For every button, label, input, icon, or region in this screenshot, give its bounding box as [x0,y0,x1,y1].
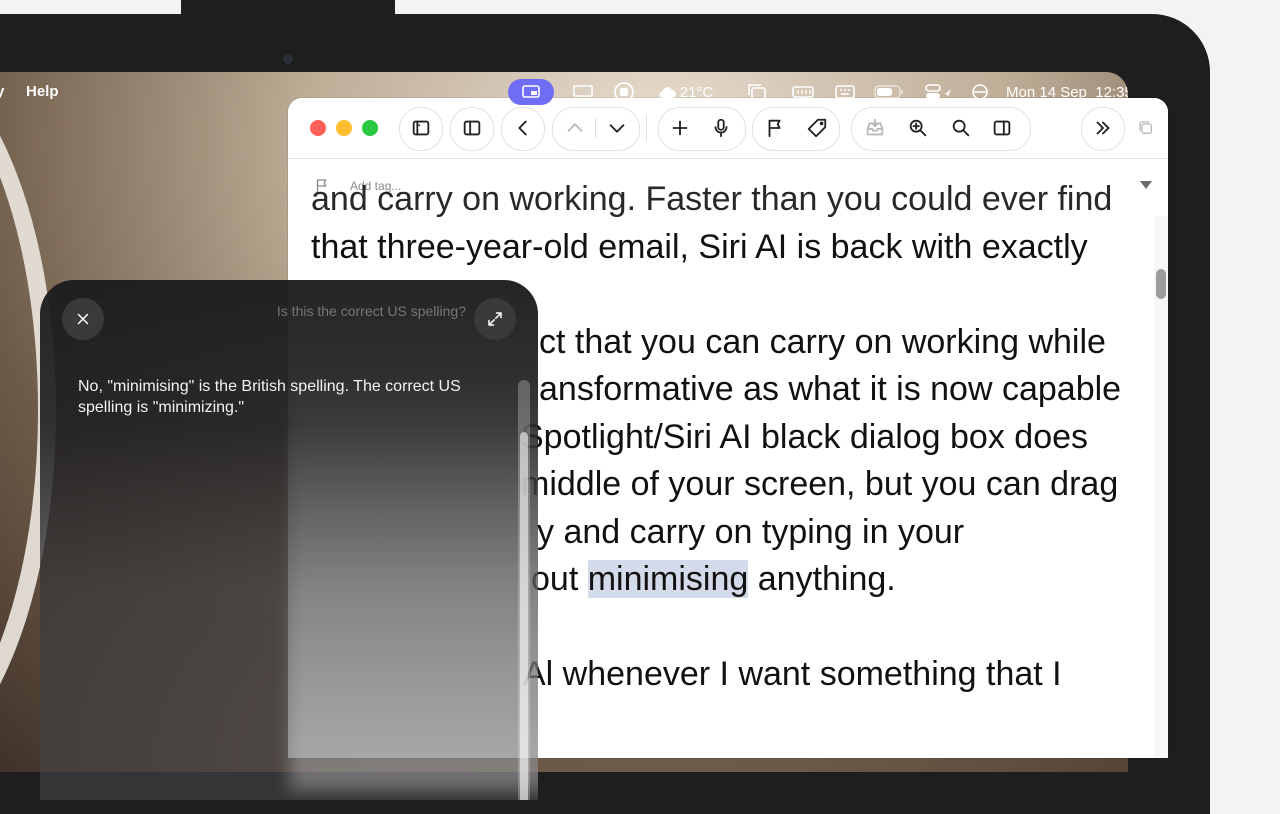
keyboard-icon[interactable] [832,78,858,106]
weather-temperature: 21°C [679,83,714,101]
toolbar-separator [646,114,647,142]
close-window-button[interactable] [310,120,326,136]
down-icon[interactable] [596,107,638,149]
doc-text-fragment: out [531,560,588,598]
doc-line: that three-year-old email, Siri AI is ba… [311,227,1088,266]
menu-item-partial[interactable]: y [0,83,4,100]
camera-notch [181,0,395,40]
battery-icon[interactable] [872,78,906,106]
camera-icon [283,54,293,64]
expand-icon [488,312,502,326]
search-icon[interactable] [940,107,982,149]
clock[interactable]: Mon 14 Sep 12:35 [1006,78,1128,106]
panel-icon[interactable] [451,107,493,149]
inbox-icon[interactable] [854,107,896,149]
siri-scrollbar-thumb[interactable] [520,432,528,800]
doc-text-fragment: anything. [748,560,896,598]
highlighted-word[interactable]: minimising [587,560,749,598]
display-icon[interactable] [568,78,598,106]
window-icon[interactable] [1134,107,1158,149]
stage-manager-icon[interactable] [744,78,770,106]
siri-panel: Is this the correct US spelling? No, "mi… [40,280,538,800]
add-icon[interactable] [659,107,701,149]
tag-icon[interactable] [796,107,838,149]
more-icon[interactable] [1082,107,1124,149]
background-blur [290,370,538,790]
memory-icon[interactable] [790,78,816,106]
sidebar-icon[interactable] [400,107,442,149]
siri-question: Is this the correct US spelling? [276,303,466,319]
zoom-in-icon[interactable] [897,107,939,149]
doc-line: and carry on working. Faster than you co… [311,180,1113,218]
inspector-icon[interactable] [981,107,1023,149]
focus-icon[interactable] [968,78,992,106]
expand-button[interactable] [474,298,516,340]
control-center-icon[interactable] [922,78,956,106]
cloud-icon [659,87,676,98]
microphone-icon[interactable] [700,107,742,149]
flag-icon[interactable] [754,107,796,149]
siri-answer: No, "minimising" is the British spelling… [78,378,461,416]
record-icon[interactable] [610,78,638,106]
status-screen-share[interactable] [508,78,554,106]
close-button[interactable] [62,298,104,340]
datetime: Mon 14 Sep 12:35 [1006,83,1128,101]
menu-item-help[interactable]: Help [26,83,59,100]
back-icon[interactable] [502,107,544,149]
weather-status[interactable]: 21°C [654,78,716,106]
scrollbar-thumb[interactable] [1156,269,1166,299]
close-icon [77,313,89,325]
screen-share-icon [508,79,554,105]
zoom-window-button[interactable] [362,120,378,136]
menu-bar: y Help 21°C Mon 14 Sep 12:35 [0,72,1128,112]
minimize-window-button[interactable] [336,120,352,136]
up-icon[interactable] [554,107,596,149]
